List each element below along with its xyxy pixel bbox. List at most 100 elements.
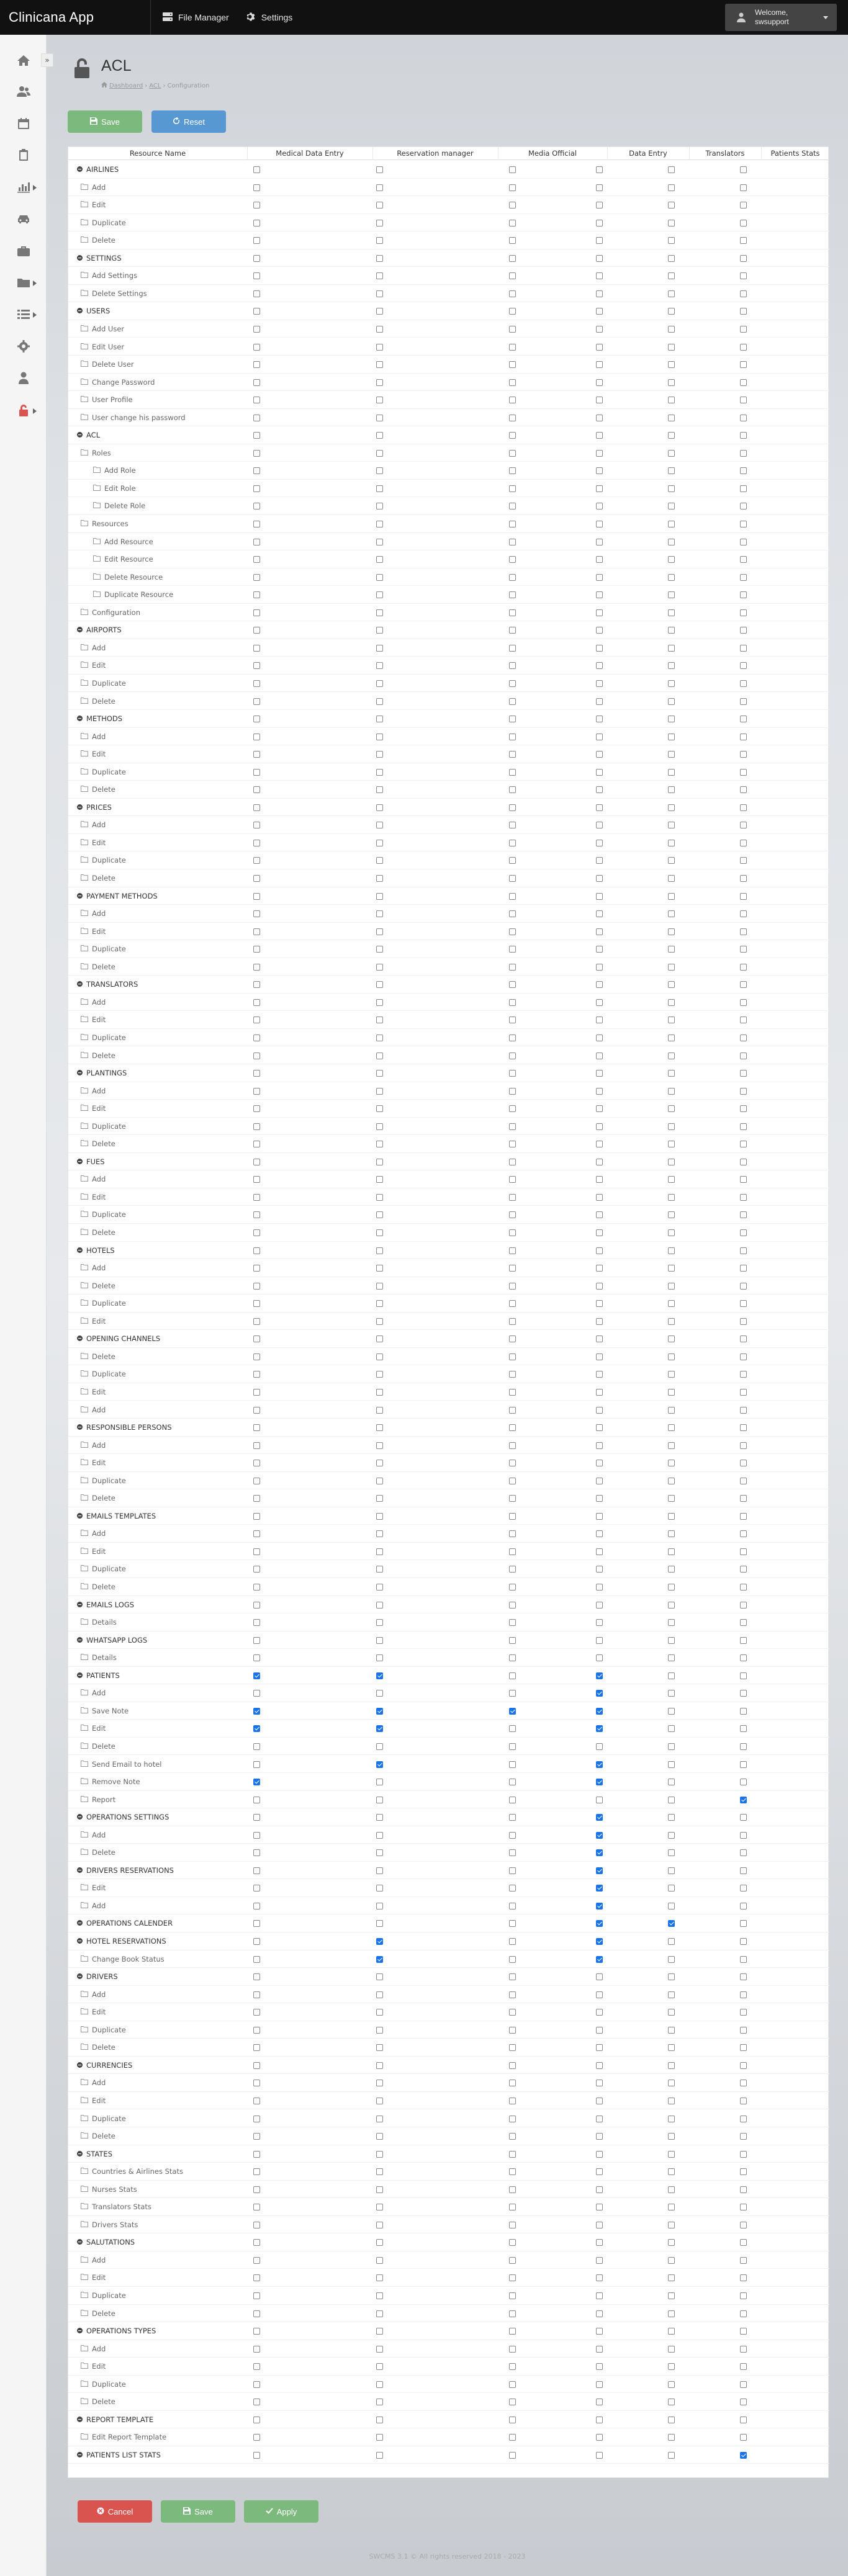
permission-checkbox[interactable]	[596, 272, 603, 280]
permission-checkbox[interactable]	[740, 2381, 747, 2388]
permission-checkbox[interactable]	[668, 698, 675, 705]
permission-checkbox[interactable]	[668, 733, 675, 740]
permission-checkbox[interactable]	[253, 875, 260, 882]
permission-checkbox[interactable]	[668, 1034, 675, 1041]
permission-checkbox[interactable]	[668, 2328, 675, 2335]
permission-checkbox[interactable]	[376, 1193, 383, 1201]
permission-checkbox[interactable]	[376, 1707, 383, 1715]
permission-checkbox[interactable]	[740, 1335, 747, 1343]
collapse-toggle-icon[interactable]	[77, 2145, 83, 2163]
permission-checkbox[interactable]	[253, 981, 260, 989]
permission-checkbox[interactable]	[509, 1973, 516, 1981]
permission-checkbox[interactable]	[740, 1406, 747, 1414]
permission-checkbox[interactable]	[668, 361, 675, 369]
permission-checkbox[interactable]	[596, 1265, 603, 1272]
permission-checkbox[interactable]	[376, 237, 383, 245]
permission-checkbox[interactable]	[376, 184, 383, 191]
collapse-toggle-icon[interactable]	[77, 1932, 83, 1950]
permission-checkbox[interactable]	[668, 1388, 675, 1396]
permission-checkbox[interactable]	[253, 1123, 260, 1130]
permission-checkbox[interactable]	[740, 2080, 747, 2087]
collapse-toggle-icon[interactable]	[77, 621, 83, 639]
nav-settings[interactable]: Settings	[245, 12, 292, 24]
permission-checkbox[interactable]	[668, 1973, 675, 1981]
permission-checkbox[interactable]	[668, 1938, 675, 1945]
permission-checkbox[interactable]	[740, 1973, 747, 1981]
permission-checkbox[interactable]	[740, 1265, 747, 1272]
collapse-toggle-icon[interactable]	[77, 1242, 83, 1259]
permission-checkbox[interactable]	[668, 1070, 675, 1077]
permission-checkbox[interactable]	[253, 2434, 260, 2441]
permission-checkbox[interactable]	[376, 414, 383, 421]
permission-checkbox[interactable]	[740, 1176, 747, 1183]
permission-checkbox[interactable]	[376, 751, 383, 758]
permission-checkbox[interactable]	[376, 1938, 383, 1945]
permission-checkbox[interactable]	[253, 1300, 260, 1308]
permission-checkbox[interactable]	[668, 1477, 675, 1484]
permission-checkbox[interactable]	[668, 1105, 675, 1113]
permission-checkbox[interactable]	[253, 521, 260, 527]
permission-checkbox[interactable]	[668, 379, 675, 386]
permission-checkbox[interactable]	[668, 254, 675, 262]
permission-checkbox[interactable]	[376, 644, 383, 652]
permission-checkbox[interactable]	[376, 1743, 383, 1750]
permission-checkbox[interactable]	[668, 1867, 675, 1874]
permission-checkbox[interactable]	[668, 1141, 675, 1148]
permission-checkbox[interactable]	[376, 1566, 383, 1573]
permission-checkbox[interactable]	[596, 1141, 603, 1148]
permission-checkbox[interactable]	[740, 1796, 747, 1803]
permission-checkbox[interactable]	[253, 1512, 260, 1520]
permission-checkbox[interactable]	[253, 2381, 260, 2388]
permission-checkbox[interactable]	[253, 2186, 260, 2193]
permission-checkbox[interactable]	[668, 538, 675, 545]
permission-checkbox[interactable]	[376, 1371, 383, 1378]
permission-checkbox[interactable]	[253, 928, 260, 935]
permission-checkbox[interactable]	[668, 1229, 675, 1236]
permission-checkbox[interactable]	[376, 573, 383, 581]
collapse-toggle-icon[interactable]	[77, 2411, 83, 2428]
permission-checkbox[interactable]	[376, 1955, 383, 1963]
permission-checkbox[interactable]	[596, 1849, 603, 1857]
permission-checkbox[interactable]	[253, 2363, 260, 2371]
permission-checkbox[interactable]	[509, 1158, 516, 1165]
permission-checkbox[interactable]	[596, 1335, 603, 1343]
permission-checkbox[interactable]	[509, 219, 516, 227]
permission-checkbox[interactable]	[740, 1690, 747, 1697]
permission-checkbox[interactable]	[376, 2274, 383, 2282]
permission-checkbox[interactable]	[509, 343, 516, 351]
permission-checkbox[interactable]	[509, 2381, 516, 2388]
permission-checkbox[interactable]	[509, 857, 516, 864]
permission-checkbox[interactable]	[668, 2150, 675, 2158]
permission-checkbox[interactable]	[740, 308, 747, 315]
sidebar-item-users[interactable]	[0, 76, 47, 107]
permission-checkbox[interactable]	[253, 2204, 260, 2211]
sidebar-toggle[interactable]: »	[41, 53, 53, 67]
permission-checkbox[interactable]	[596, 698, 603, 705]
permission-checkbox[interactable]	[509, 573, 516, 581]
permission-checkbox[interactable]	[509, 1388, 516, 1396]
permission-checkbox[interactable]	[668, 2186, 675, 2193]
permission-checkbox[interactable]	[253, 999, 260, 1006]
permission-checkbox[interactable]	[509, 2115, 516, 2122]
collapse-toggle-icon[interactable]	[77, 1914, 83, 1932]
permission-checkbox[interactable]	[740, 2150, 747, 2158]
permission-checkbox[interactable]	[376, 467, 383, 475]
permission-checkbox[interactable]	[740, 2399, 747, 2406]
permission-checkbox[interactable]	[596, 1105, 603, 1113]
permission-checkbox[interactable]	[253, 379, 260, 386]
permission-checkbox[interactable]	[596, 2416, 603, 2423]
permission-checkbox[interactable]	[596, 202, 603, 209]
permission-checkbox[interactable]	[509, 1176, 516, 1183]
permission-checkbox[interactable]	[509, 875, 516, 882]
save-button-bottom[interactable]: Save	[161, 2500, 235, 2523]
permission-checkbox[interactable]	[740, 892, 747, 900]
permission-checkbox[interactable]	[509, 644, 516, 652]
permission-checkbox[interactable]	[376, 2168, 383, 2176]
permission-checkbox[interactable]	[376, 1548, 383, 1555]
permission-checkbox[interactable]	[253, 892, 260, 900]
permission-checkbox[interactable]	[668, 573, 675, 581]
collapse-toggle-icon[interactable]	[77, 2057, 83, 2074]
permission-checkbox[interactable]	[668, 432, 675, 439]
permission-checkbox[interactable]	[509, 1654, 516, 1662]
permission-checkbox[interactable]	[668, 1211, 675, 1219]
